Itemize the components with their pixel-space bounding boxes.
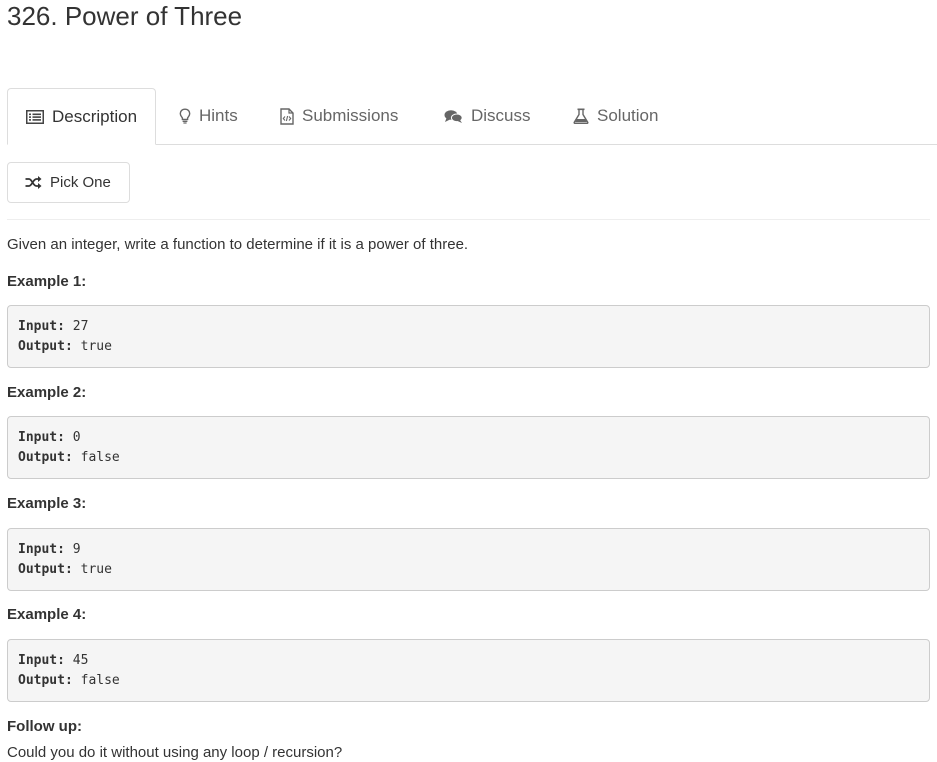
flask-icon bbox=[573, 108, 589, 124]
example-code-block: Input: 45 Output: false bbox=[7, 639, 930, 702]
output-value: false bbox=[80, 450, 120, 465]
input-value: 9 bbox=[72, 542, 81, 557]
problem-tabs: Description Hints Submissions Discuss So… bbox=[7, 88, 937, 145]
example-code-block: Input: 0 Output: false bbox=[7, 416, 930, 479]
example-code-block: Input: 9 Output: true bbox=[7, 528, 930, 591]
tab-hints[interactable]: Hints bbox=[179, 88, 238, 144]
tab-label: Solution bbox=[597, 106, 659, 125]
output-value: true bbox=[80, 339, 112, 354]
divider bbox=[7, 219, 930, 220]
example-label: Example 1: bbox=[7, 273, 87, 290]
input-value: 27 bbox=[72, 319, 89, 334]
input-key: Input: bbox=[18, 653, 65, 668]
tab-discuss[interactable]: Discuss bbox=[444, 88, 531, 144]
shuffle-icon bbox=[25, 176, 42, 189]
input-key: Input: bbox=[18, 542, 65, 557]
input-value: 0 bbox=[72, 430, 81, 445]
tab-description[interactable]: Description bbox=[7, 88, 157, 145]
lightbulb-icon bbox=[179, 108, 191, 124]
output-value: true bbox=[80, 562, 112, 577]
output-key: Output: bbox=[18, 339, 73, 354]
input-key: Input: bbox=[18, 319, 65, 334]
output-key: Output: bbox=[18, 562, 73, 577]
pick-one-button[interactable]: Pick One bbox=[7, 162, 130, 203]
pick-one-label: Pick One bbox=[50, 174, 111, 191]
follow-up-text: Could you do it without using any loop /… bbox=[7, 744, 343, 761]
example-code-block: Input: 27 Output: true bbox=[7, 305, 930, 368]
output-value: false bbox=[80, 673, 120, 688]
tab-label: Hints bbox=[199, 106, 238, 125]
example-label: Example 4: bbox=[7, 606, 87, 623]
tab-submissions[interactable]: Submissions bbox=[280, 88, 398, 144]
input-key: Input: bbox=[18, 430, 65, 445]
comments-icon bbox=[444, 109, 463, 124]
problem-description: Given an integer, write a function to de… bbox=[7, 236, 469, 253]
follow-up-label: Follow up: bbox=[7, 718, 82, 735]
tab-label: Discuss bbox=[471, 106, 531, 125]
output-key: Output: bbox=[18, 450, 73, 465]
input-value: 45 bbox=[72, 653, 89, 668]
tab-solution[interactable]: Solution bbox=[573, 88, 658, 144]
output-key: Output: bbox=[18, 673, 73, 688]
page-title: 326. Power of Three bbox=[7, 1, 243, 31]
tab-label: Submissions bbox=[302, 106, 399, 125]
example-label: Example 3: bbox=[7, 495, 87, 512]
tab-label: Description bbox=[52, 106, 138, 126]
example-label: Example 2: bbox=[7, 384, 87, 401]
list-alt-icon bbox=[26, 109, 44, 124]
code-file-icon bbox=[280, 107, 294, 125]
